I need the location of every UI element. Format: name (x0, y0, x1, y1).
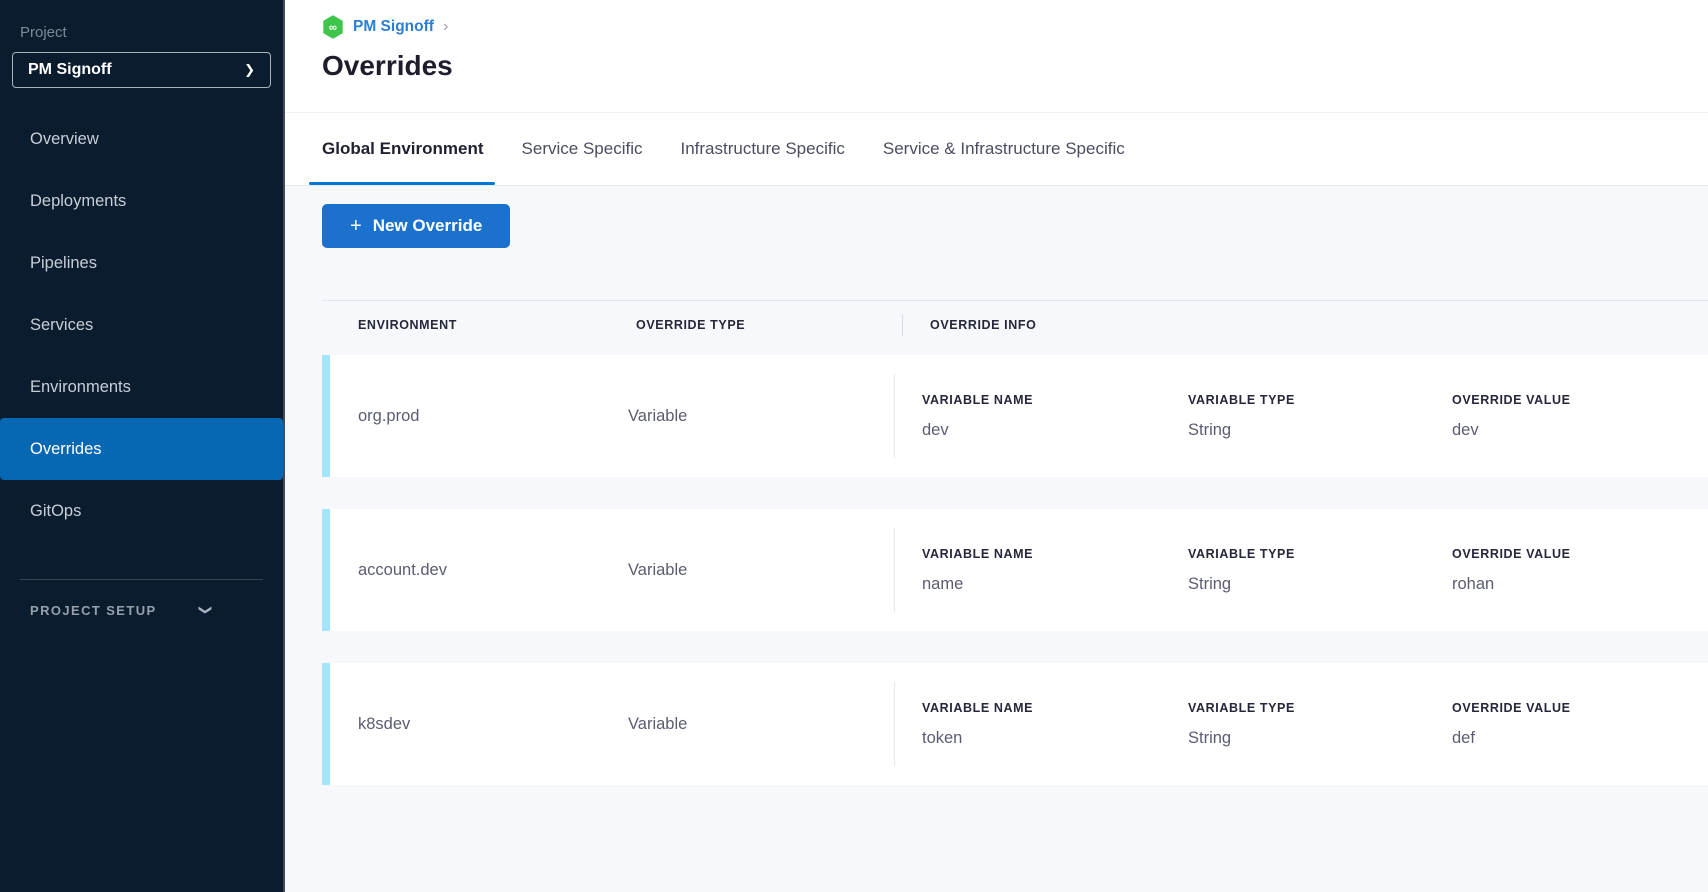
table-top-divider (322, 300, 1708, 301)
variable-name-value: dev (922, 421, 1188, 440)
tab-label: Service & Infrastructure Specific (883, 139, 1125, 159)
tab-global-environment[interactable]: Global Environment (322, 113, 484, 185)
sidebar-item-project-setup[interactable]: PROJECT SETUP ❯ (0, 592, 283, 628)
tab-bar: Global Environment Service Specific Infr… (285, 112, 1708, 186)
variable-name-value: token (922, 729, 1188, 748)
plus-icon: + (350, 216, 362, 236)
override-value-label: OVERRIDE VALUE (1452, 547, 1571, 561)
variable-type-label: VARIABLE TYPE (1188, 393, 1452, 407)
tab-label: Infrastructure Specific (680, 139, 844, 159)
override-row[interactable]: k8sdev Variable VARIABLE NAME token VARI… (322, 663, 1708, 785)
page-title: Overrides (322, 50, 1708, 82)
override-info-cell: VARIABLE NAME name VARIABLE TYPE String … (895, 547, 1708, 594)
variable-name-label: VARIABLE NAME (922, 701, 1188, 715)
variable-name-label: VARIABLE NAME (922, 393, 1188, 407)
sidebar-divider (20, 579, 263, 580)
sidebar-item-pipelines[interactable]: Pipelines (0, 232, 283, 294)
environment-value: account.dev (330, 561, 628, 580)
override-value-value: dev (1452, 421, 1571, 440)
project-setup-label: PROJECT SETUP (30, 603, 157, 618)
override-value-label: OVERRIDE VALUE (1452, 701, 1571, 715)
app-root: Project PM Signoff ❯ Overview Deployment… (0, 0, 1708, 892)
project-selector-value: PM Signoff (28, 61, 112, 79)
environment-value: k8sdev (330, 715, 628, 734)
sidebar-item-label: Overview (30, 130, 99, 149)
tab-service-infrastructure-specific[interactable]: Service & Infrastructure Specific (883, 113, 1125, 185)
cd-module-hexagon-icon: ∞ (322, 15, 344, 39)
tab-infrastructure-specific[interactable]: Infrastructure Specific (680, 113, 844, 185)
sidebar-item-services[interactable]: Services (0, 294, 283, 356)
sidebar-nav: Overview Deployments Pipelines Services … (0, 108, 283, 542)
column-header-override-info: OVERRIDE INFO (903, 318, 1036, 332)
override-value-value: def (1452, 729, 1571, 748)
table-header-row: ENVIRONMENT OVERRIDE TYPE OVERRIDE INFO (322, 303, 1708, 347)
variable-type-value: String (1188, 421, 1452, 440)
variable-type-label: VARIABLE TYPE (1188, 701, 1452, 715)
sidebar-item-environments[interactable]: Environments (0, 356, 283, 418)
overrides-list: org.prod Variable VARIABLE NAME dev VARI… (322, 355, 1708, 785)
sidebar-item-overview[interactable]: Overview (0, 108, 283, 170)
sidebar-item-label: Pipelines (30, 254, 97, 273)
chevron-down-icon: ❯ (198, 605, 214, 616)
sidebar-item-deployments[interactable]: Deployments (0, 170, 283, 232)
override-type-value: Variable (628, 715, 894, 734)
sidebar-item-label: GitOps (30, 502, 81, 521)
chevron-right-icon: ❯ (244, 62, 255, 78)
override-value-label: OVERRIDE VALUE (1452, 393, 1571, 407)
overrides-panel: + New Override ENVIRONMENT OVERRIDE TYPE… (285, 186, 1708, 892)
override-info-cell: VARIABLE NAME token VARIABLE TYPE String… (895, 701, 1708, 748)
sidebar-item-label: Services (30, 316, 93, 335)
breadcrumb: ∞ PM Signoff › (322, 15, 1708, 39)
variable-name-label: VARIABLE NAME (922, 547, 1188, 561)
sidebar-item-gitops[interactable]: GitOps (0, 480, 283, 542)
tab-service-specific[interactable]: Service Specific (522, 113, 643, 185)
override-type-value: Variable (628, 561, 894, 580)
main-content: ∞ PM Signoff › Overrides Global Environm… (285, 0, 1708, 892)
sidebar: Project PM Signoff ❯ Overview Deployment… (0, 0, 285, 892)
new-override-button[interactable]: + New Override (322, 204, 510, 248)
column-header-override-type: OVERRIDE TYPE (636, 318, 902, 332)
environment-value: org.prod (330, 407, 628, 426)
override-row[interactable]: org.prod Variable VARIABLE NAME dev VARI… (322, 355, 1708, 477)
variable-type-label: VARIABLE TYPE (1188, 547, 1452, 561)
sidebar-item-overrides[interactable]: Overrides (0, 418, 283, 480)
variable-type-value: String (1188, 729, 1452, 748)
variable-name-value: name (922, 575, 1188, 594)
sidebar-item-label: Deployments (30, 192, 126, 211)
sidebar-item-label: Environments (30, 378, 131, 397)
override-type-value: Variable (628, 407, 894, 426)
svg-text:∞: ∞ (329, 22, 337, 34)
tab-label: Service Specific (522, 139, 643, 159)
project-label: Project (20, 24, 283, 41)
override-info-cell: VARIABLE NAME dev VARIABLE TYPE String O… (895, 393, 1708, 440)
variable-type-value: String (1188, 575, 1452, 594)
breadcrumb-chevron-icon: › (443, 18, 448, 36)
override-row[interactable]: account.dev Variable VARIABLE NAME name … (322, 509, 1708, 631)
breadcrumb-project-link[interactable]: PM Signoff (353, 18, 434, 36)
override-value-value: rohan (1452, 575, 1571, 594)
project-selector[interactable]: PM Signoff ❯ (12, 52, 271, 88)
sidebar-item-label: Overrides (30, 440, 102, 459)
tab-label: Global Environment (322, 139, 484, 159)
new-override-button-label: New Override (373, 216, 483, 236)
page-header: ∞ PM Signoff › Overrides (285, 0, 1708, 112)
column-header-environment: ENVIRONMENT (322, 318, 636, 332)
